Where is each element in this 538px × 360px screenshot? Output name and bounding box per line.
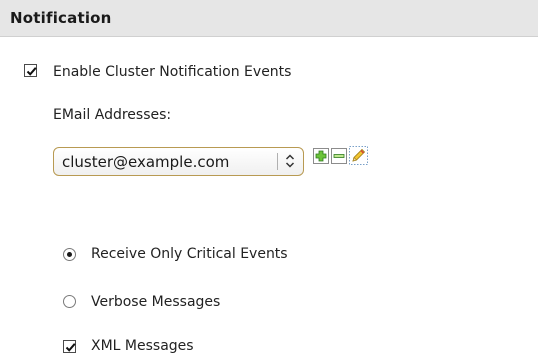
remove-icon	[331, 148, 347, 164]
radio-critical-events[interactable]	[63, 248, 76, 261]
radio-selected-dot	[67, 252, 72, 257]
select-divider	[277, 153, 278, 170]
edit-icon	[349, 146, 368, 165]
remove-email-button[interactable]	[331, 148, 347, 164]
edit-email-button[interactable]	[349, 146, 368, 165]
radio-critical-events-label[interactable]: Receive Only Critical Events	[91, 246, 288, 262]
add-icon	[313, 148, 329, 164]
radio-verbose-messages-label[interactable]: Verbose Messages	[91, 294, 220, 310]
checkmark-icon	[65, 343, 76, 352]
add-email-button[interactable]	[313, 148, 329, 164]
email-select-value: cluster@example.com	[62, 153, 230, 171]
email-address-select[interactable]: cluster@example.com	[53, 147, 304, 176]
enable-events-checkbox[interactable]	[24, 64, 37, 77]
xml-messages-checkbox[interactable]	[63, 340, 76, 353]
xml-messages-label[interactable]: XML Messages	[91, 338, 194, 354]
updown-arrows-icon	[285, 154, 295, 168]
section-title: Notification	[10, 9, 112, 27]
radio-verbose-messages[interactable]	[63, 295, 76, 308]
enable-events-label[interactable]: Enable Cluster Notification Events	[53, 64, 291, 80]
checkmark-icon	[26, 67, 37, 76]
email-addresses-label: EMail Addresses:	[53, 107, 172, 123]
